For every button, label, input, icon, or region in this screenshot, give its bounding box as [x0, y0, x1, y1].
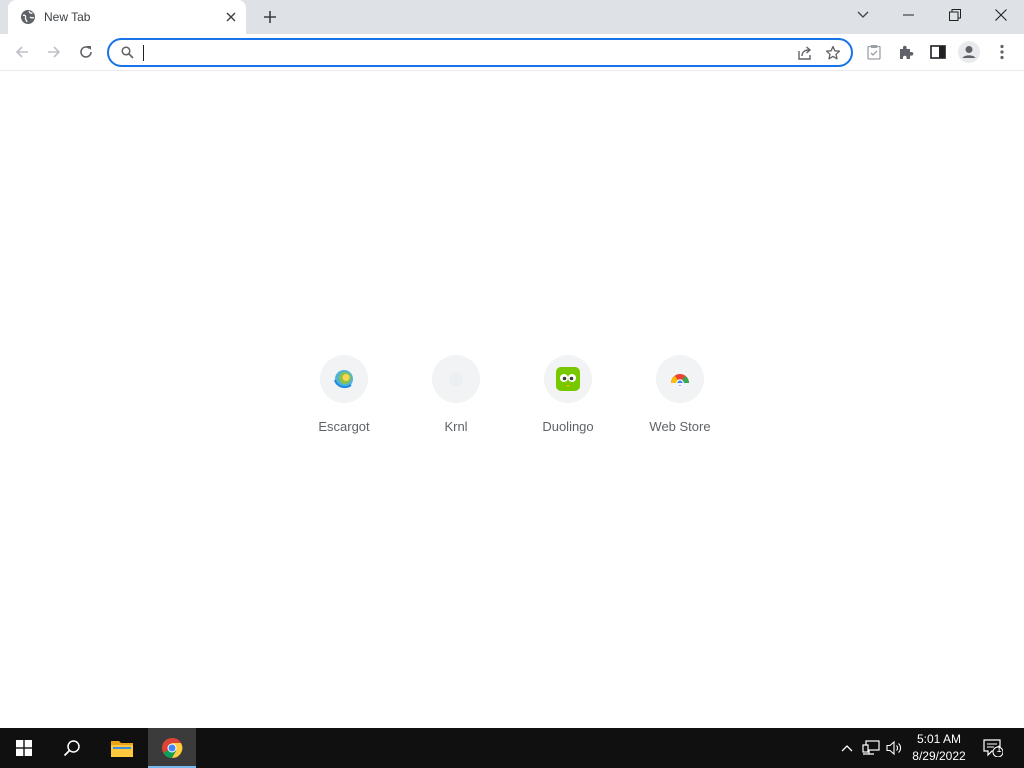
- reload-button[interactable]: [72, 38, 100, 66]
- globe-icon: [20, 9, 36, 25]
- browser-toolbar: [0, 34, 1024, 71]
- chevron-up-icon: [841, 745, 853, 752]
- chevron-down-icon: [857, 11, 869, 18]
- side-panel-icon: [930, 45, 946, 59]
- extensions-button[interactable]: [892, 38, 920, 66]
- escargot-icon: [320, 355, 368, 403]
- clipboard-extension-button[interactable]: [860, 38, 888, 66]
- minimize-icon: [903, 14, 914, 16]
- shortcut-escargot[interactable]: Escargot: [288, 355, 400, 445]
- tab-search-button[interactable]: [840, 0, 886, 30]
- windows-taskbar: 5:01 AM 8/29/2022 1: [0, 728, 1024, 768]
- tab-title: New Tab: [44, 10, 91, 24]
- show-hidden-icons-button[interactable]: [837, 738, 857, 758]
- search-icon: [63, 740, 80, 757]
- taskbar-search-button[interactable]: [48, 728, 96, 768]
- minimize-button[interactable]: [886, 0, 932, 30]
- folder-icon: [111, 741, 133, 757]
- side-panel-button[interactable]: [924, 38, 952, 66]
- shortcut-label: Escargot: [318, 419, 370, 434]
- address-input[interactable]: [141, 40, 791, 65]
- network-button[interactable]: [861, 738, 881, 758]
- address-bar[interactable]: [107, 38, 853, 67]
- close-tab-icon[interactable]: [222, 8, 240, 26]
- shortcut-label: Web Store: [649, 419, 711, 434]
- tab-new-tab[interactable]: New Tab: [8, 0, 246, 34]
- web-store-icon: [656, 355, 704, 403]
- clipboard-check-icon: [867, 45, 881, 60]
- speaker-icon: [886, 740, 901, 756]
- restore-button[interactable]: [932, 0, 978, 30]
- avatar-icon: [958, 41, 980, 63]
- reload-icon: [80, 46, 92, 58]
- profile-button[interactable]: [955, 38, 983, 66]
- file-explorer-button[interactable]: [98, 728, 146, 768]
- chrome-taskbar-button[interactable]: [148, 728, 196, 768]
- restore-icon: [949, 9, 961, 21]
- volume-button[interactable]: [885, 738, 905, 758]
- chrome-icon: [162, 737, 183, 759]
- text-caret: [143, 45, 144, 61]
- forward-button[interactable]: [40, 38, 68, 66]
- close-window-button[interactable]: [978, 0, 1024, 30]
- start-button[interactable]: [0, 728, 48, 768]
- bookmark-star-icon[interactable]: [819, 40, 847, 65]
- clock-time: 5:01 AM: [916, 732, 962, 746]
- kebab-menu-icon: [1000, 44, 1004, 60]
- chrome-menu-button[interactable]: [988, 38, 1016, 66]
- new-tab-button[interactable]: [258, 5, 282, 29]
- shortcut-web-store[interactable]: Web Store: [624, 355, 736, 445]
- windows-logo-icon: [16, 740, 32, 756]
- share-icon[interactable]: [791, 40, 819, 65]
- forward-arrow-icon: [48, 46, 61, 58]
- shortcut-label: Krnl: [444, 419, 468, 434]
- action-center-button[interactable]: 1: [982, 738, 1004, 758]
- back-button[interactable]: [8, 38, 36, 66]
- shortcut-duolingo[interactable]: Duolingo: [512, 355, 624, 445]
- clock-date: 8/29/2022: [912, 749, 966, 763]
- taskbar-clock[interactable]: 5:01 AM 8/29/2022: [904, 731, 974, 765]
- duolingo-icon: [544, 355, 592, 403]
- new-tab-page: Escargot Krnl Duolingo Web Store: [0, 71, 1024, 728]
- notification-count: 1: [996, 744, 1002, 754]
- search-icon: [119, 45, 135, 61]
- puzzle-piece-icon: [900, 45, 914, 59]
- back-arrow-icon: [15, 46, 28, 58]
- krnl-icon: [432, 355, 480, 403]
- network-icon: [862, 740, 880, 755]
- shortcut-krnl[interactable]: Krnl: [400, 355, 512, 445]
- shortcut-label: Duolingo: [542, 419, 594, 434]
- tab-strip: New Tab: [0, 0, 1024, 34]
- close-icon: [995, 9, 1007, 21]
